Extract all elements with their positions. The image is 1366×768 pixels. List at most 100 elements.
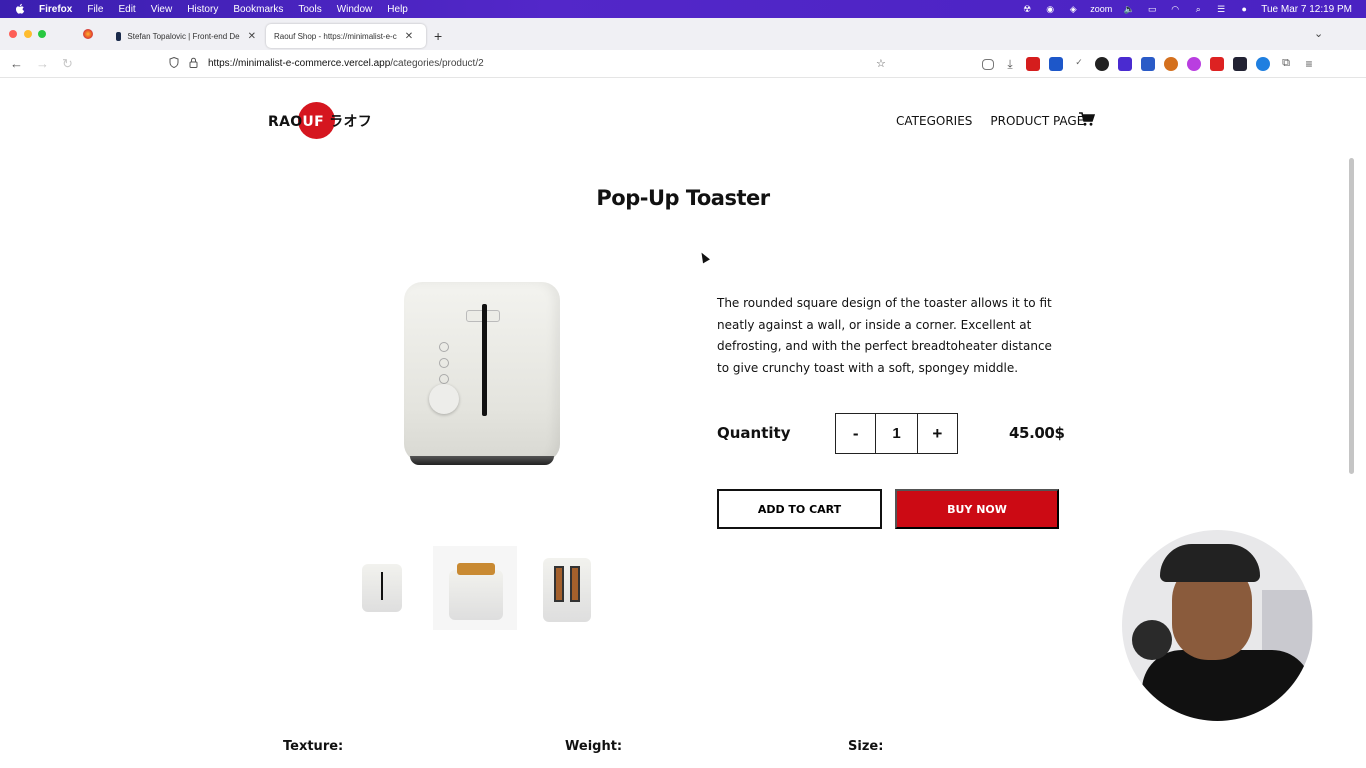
shopping-cart-icon[interactable] (1079, 112, 1096, 126)
menu-app-firefox[interactable]: Firefox (39, 4, 72, 15)
window-minimize-button[interactable] (24, 30, 32, 38)
extension-globe-icon[interactable] (1256, 57, 1270, 71)
quantity-increase-button[interactable]: + (918, 414, 957, 453)
url-bar[interactable]: https://minimalist-e-commerce.vercel.app… (160, 53, 900, 75)
product-thumbnail-1[interactable] (341, 546, 425, 630)
webcam-person-cap (1160, 544, 1260, 582)
menu-history[interactable]: History (187, 4, 218, 15)
hamburger-menu-icon[interactable]: ≡ (1302, 57, 1316, 71)
browser-tab-strip: Stefan Topalovic | Front-end De ✕ Raouf … (0, 18, 1366, 50)
product-price: 45.00$ (1009, 424, 1065, 442)
new-tab-plus-icon[interactable]: + (434, 28, 442, 44)
url-path: /categories/product/2 (390, 58, 484, 69)
apple-icon[interactable] (13, 2, 27, 16)
quantity-stepper: - 1 + (835, 413, 958, 454)
menu-file[interactable]: File (87, 4, 103, 15)
url-text[interactable]: https://minimalist-e-commerce.vercel.app… (208, 58, 484, 69)
thumb-toaster (449, 570, 503, 620)
extension-circle-icon[interactable] (1095, 57, 1109, 71)
mac-menubar: Firefox File Edit View History Bookmarks… (0, 0, 1366, 18)
siri-icon[interactable]: ● (1238, 4, 1250, 14)
window-close-button[interactable] (9, 30, 17, 38)
thumb-toast (457, 563, 495, 575)
thumb-toaster (543, 558, 591, 622)
site-logo[interactable]: RAOUF ラオフ (268, 102, 372, 140)
browser-navigation-bar: ← → ↻ https://minimalist-e-commerce.verc… (0, 50, 1366, 78)
page-scrollbar[interactable] (1349, 158, 1354, 474)
menu-tools[interactable]: Tools (298, 4, 321, 15)
download-icon[interactable]: ⤓ (1003, 57, 1017, 71)
thumb-slot-right (570, 566, 580, 602)
volume-icon[interactable]: 🔈 (1123, 4, 1135, 14)
menu-window[interactable]: Window (337, 4, 373, 15)
lock-icon[interactable] (189, 57, 198, 71)
zoom-menu[interactable]: zoom (1090, 4, 1112, 14)
tab-title: Raouf Shop - https://minimalist-e-c (274, 31, 397, 41)
spec-size-label: Size: (848, 739, 884, 754)
tab-list-chevron-down-icon[interactable]: ⌄ (1314, 27, 1323, 40)
site-navigation: CATEGORIES PRODUCT PAGE (896, 114, 1084, 128)
pocket-icon[interactable] (982, 58, 994, 70)
extension-magenta-icon[interactable] (1187, 57, 1201, 71)
extension-red-icon[interactable] (1026, 57, 1040, 71)
extension-orange-icon[interactable] (1164, 57, 1178, 71)
menubar-tray: ☢ ◉ ◈ zoom 🔈 ▭ ◠ ⌕ ☰ ● Tue Mar 7 12:19 P… (1021, 0, 1352, 18)
spec-weight-label: Weight: (565, 739, 623, 754)
record-icon[interactable]: ◉ (1044, 4, 1056, 14)
toaster-button (439, 342, 449, 352)
menu-help[interactable]: Help (387, 4, 408, 15)
tracking-shield-icon[interactable] (169, 56, 179, 71)
forward-arrow-icon[interactable]: → (36, 56, 49, 71)
cube-icon[interactable]: ◈ (1067, 4, 1079, 14)
thumb-slot-left (554, 566, 564, 602)
product-thumbnail-2[interactable] (433, 546, 517, 630)
wifi-icon[interactable]: ◠ (1169, 4, 1181, 14)
extension-purple-icon[interactable] (1118, 57, 1132, 71)
buy-now-button[interactable]: BUY NOW (895, 489, 1059, 529)
extensions-puzzle-icon[interactable]: ⧉ (1279, 57, 1293, 71)
reload-icon[interactable]: ↻ (62, 56, 73, 72)
webcam-microphone (1132, 620, 1172, 660)
control-center-icon[interactable]: ☰ (1215, 4, 1227, 14)
logo-text-black: RAO (268, 114, 303, 130)
extension-new-badge-icon[interactable] (1210, 57, 1224, 71)
toaster-button (439, 374, 449, 384)
quantity-label: Quantity (717, 424, 791, 442)
product-title: Pop-Up Toaster (596, 186, 770, 210)
extension-check-icon[interactable]: ✓ (1072, 57, 1086, 71)
product-thumbnail-3[interactable] (525, 546, 609, 630)
webcam-overlay (1122, 530, 1313, 721)
quantity-value: 1 (875, 414, 918, 453)
logo-text-jp: ラオフ (323, 114, 373, 130)
tab-favicon-icon (116, 31, 122, 41)
nav-categories-link[interactable]: CATEGORIES (896, 114, 972, 128)
add-to-cart-button[interactable]: ADD TO CART (717, 489, 882, 529)
window-zoom-button[interactable] (38, 30, 46, 38)
extensions-toolbar: ⤓ ✓ ⧉ ≡ (982, 56, 1316, 72)
extension-grid-icon[interactable] (1141, 57, 1155, 71)
nav-product-page-link[interactable]: PRODUCT PAGE (990, 114, 1084, 128)
bookmark-star-icon[interactable]: ☆ (876, 57, 886, 70)
menubar-clock: Tue Mar 7 12:19 PM (1261, 3, 1352, 15)
radiation-icon[interactable]: ☢ (1021, 4, 1033, 14)
tab-raouf-shop[interactable]: Raouf Shop - https://minimalist-e-c ✕ (266, 24, 426, 48)
thumb-slot (381, 572, 383, 600)
spotlight-search-icon[interactable]: ⌕ (1192, 4, 1204, 14)
tab-title: Stefan Topalovic | Front-end De (127, 31, 240, 41)
firefox-view-icon[interactable] (83, 29, 93, 39)
spec-texture-label: Texture: (283, 739, 344, 754)
back-arrow-icon[interactable]: ← (10, 56, 23, 71)
quantity-decrease-button[interactable]: - (836, 414, 875, 453)
tab-close-icon[interactable]: ✕ (405, 31, 413, 42)
mouse-cursor (698, 250, 710, 264)
menu-edit[interactable]: Edit (118, 4, 135, 15)
battery-icon[interactable]: ▭ (1146, 4, 1158, 14)
tab-stefan-topalovic[interactable]: Stefan Topalovic | Front-end De ✕ (108, 24, 264, 48)
logo-text-white: UF (302, 114, 324, 130)
extension-blue-icon[interactable] (1049, 57, 1063, 71)
extension-dark-icon[interactable] (1233, 57, 1247, 71)
product-description: The rounded square design of the toaster… (717, 296, 1052, 375)
menu-bookmarks[interactable]: Bookmarks (233, 4, 283, 15)
tab-close-icon[interactable]: ✕ (248, 31, 256, 42)
menu-view[interactable]: View (151, 4, 173, 15)
